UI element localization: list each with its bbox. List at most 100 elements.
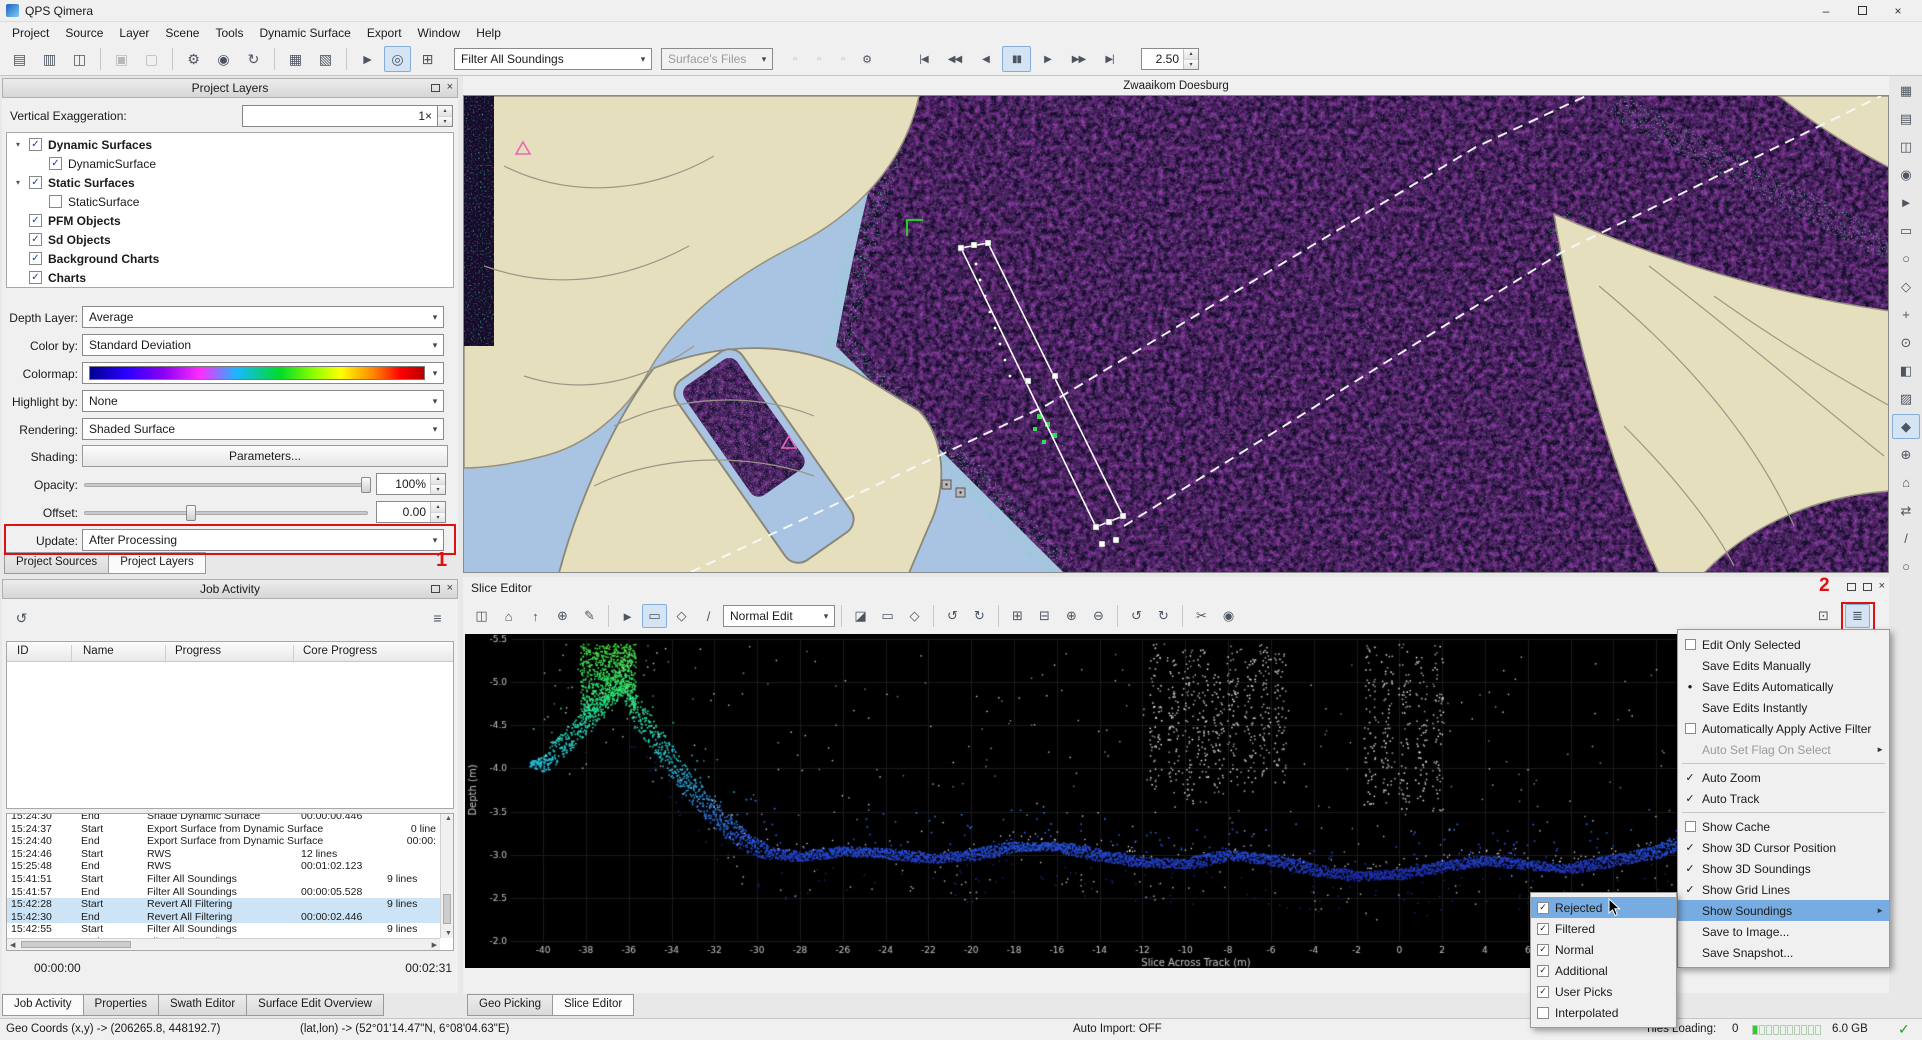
colormap-select[interactable]: ▾ (82, 362, 444, 384)
reject-polygon-button[interactable]: ◇ (902, 604, 927, 628)
area-select-tool-button[interactable]: ⊞ (414, 46, 441, 72)
layer-tree-item-static-surfaces[interactable]: ▾✓Static Surfaces (7, 173, 453, 192)
map-view[interactable] (463, 95, 1889, 573)
shade-button[interactable]: ▨ (1892, 386, 1920, 411)
zoom-out-button[interactable]: ⊖ (1086, 604, 1111, 628)
snapshot-button[interactable]: ◉ (1216, 604, 1241, 628)
rotate-cw-button[interactable]: ↻ (1151, 604, 1176, 628)
layer-tree-item-charts[interactable]: ✓Charts (7, 268, 453, 287)
log-horizontal-scrollbar[interactable]: ◀▶ (7, 938, 440, 950)
maximize-button[interactable] (1844, 1, 1880, 21)
zoom-in-selection-button[interactable]: ⊞ (1005, 604, 1030, 628)
close-panel-icon[interactable]: × (1879, 581, 1885, 592)
offset-slider-spinbox[interactable]: 0.00▴▾ (376, 501, 446, 523)
menu-tools[interactable]: Tools (207, 24, 251, 42)
checkbox[interactable]: ✓ (29, 214, 42, 227)
tab-project-sources[interactable]: Project Sources (4, 552, 109, 574)
rectangle-select-button[interactable]: ▭ (642, 604, 667, 628)
job-log[interactable]: 15:24:30EndShade Dynamic Surface00:00:00… (6, 813, 454, 951)
menu-item-save-snapshot[interactable]: Save Snapshot... (1678, 942, 1889, 963)
pan-up-button[interactable]: ↑ (523, 604, 548, 628)
checkbox[interactable]: ✓ (29, 252, 42, 265)
menu-export[interactable]: Export (359, 24, 410, 42)
color-by-select[interactable]: Standard Deviation▾ (82, 334, 444, 356)
dock-panel-icon[interactable] (1863, 583, 1872, 591)
polygon-select-button[interactable]: ◇ (669, 604, 694, 628)
log-vertical-scrollbar[interactable]: ▲▼ (440, 814, 453, 938)
edit-mode-combo[interactable]: Normal Edit▾ (723, 605, 835, 627)
pointer-tool-button[interactable]: ► (354, 46, 381, 72)
split-view-button[interactable]: ◧ (1892, 358, 1920, 383)
zoom-extent-button[interactable]: ⊕ (1892, 442, 1920, 467)
slice-tool-button[interactable]: ◆ (1892, 414, 1920, 439)
menu-project[interactable]: Project (4, 24, 57, 42)
log-row[interactable]: 15:42:28StartRevert All Filtering9 lines (7, 898, 440, 911)
tab-slice-editor[interactable]: Slice Editor (552, 994, 634, 1016)
menu-item-save-edits-automatically[interactable]: ●Save Edits Automatically (1678, 676, 1889, 697)
job-menu-icon[interactable]: ≡ (424, 605, 451, 631)
target-button[interactable]: ⊙ (1892, 330, 1920, 355)
pause-button[interactable]: ▮▮ (1002, 46, 1031, 72)
depth-layer-select[interactable]: Average▾ (82, 306, 444, 328)
spinner-arrows[interactable]: ▴▾ (1183, 49, 1198, 69)
opacity-slider-thumb[interactable] (361, 477, 371, 493)
edit-tool-button[interactable]: ✎ (577, 604, 602, 628)
fast-forward-button[interactable]: ▶▶ (1064, 46, 1093, 72)
update-select[interactable]: After Processing▾ (82, 529, 444, 551)
submenu-item-rejected[interactable]: ✓Rejected (1531, 897, 1676, 918)
job-table-header[interactable]: ID Name Progress Core Progress (7, 642, 453, 662)
checkbox[interactable] (49, 195, 62, 208)
menu-item-automatically-apply-active-filter[interactable]: Automatically Apply Active Filter (1678, 718, 1889, 739)
menu-item-save-edits-instantly[interactable]: Save Edits Instantly (1678, 697, 1889, 718)
auto-processing-button[interactable]: ◉ (210, 46, 237, 72)
camera-button[interactable]: ◉ (1892, 162, 1920, 187)
new-project-button[interactable]: ▤ (6, 46, 33, 72)
reprocess-button[interactable]: ↻ (240, 46, 267, 72)
surface-view-button[interactable]: ▧ (312, 46, 339, 72)
processing-gear-button[interactable]: ⚙ (856, 48, 878, 70)
globe-button[interactable]: ○ (1892, 554, 1920, 579)
submenu-item-normal[interactable]: ✓Normal (1531, 939, 1676, 960)
menu-item-save-to-image[interactable]: Save to Image... (1678, 921, 1889, 942)
layer-tree-item-pfm-objects[interactable]: ✓PFM Objects (7, 211, 453, 230)
home-view-button[interactable]: ⌂ (1892, 470, 1920, 495)
select-polygon-button[interactable]: ◇ (1892, 274, 1920, 299)
menu-item-show-3d-soundings[interactable]: ✓Show 3D Soundings (1678, 858, 1889, 879)
filter-config-button-1[interactable]: ▫ (784, 48, 806, 70)
menu-item-auto-set-flag-on-select[interactable]: Auto Set Flag On Select► (1678, 739, 1889, 760)
checkbox[interactable]: ✓ (29, 233, 42, 246)
skip-to-start-button[interactable]: |◀ (909, 46, 938, 72)
reject-tool-button[interactable]: ◪ (848, 604, 873, 628)
paste-button[interactable]: ▢ (138, 46, 165, 72)
swap-views-button[interactable]: ⇄ (1892, 498, 1920, 523)
vertical-exaggeration-input[interactable]: 1× (242, 105, 438, 127)
checkbox[interactable]: ✓ (29, 138, 42, 151)
close-panel-icon[interactable]: × (447, 82, 453, 93)
menu-window[interactable]: Window (410, 24, 469, 42)
processing-settings-button[interactable]: ⚙ (180, 46, 207, 72)
add-marker-button[interactable]: + (1892, 302, 1920, 327)
pointer-select-button[interactable]: ► (615, 604, 640, 628)
tab-swath-editor[interactable]: Swath Editor (158, 994, 247, 1016)
select-soundings-tool-button[interactable]: ◎ (384, 46, 411, 72)
shading-parameters-button[interactable]: Parameters... (82, 445, 448, 467)
rewind-button[interactable]: ◀◀ (940, 46, 969, 72)
close-panel-icon[interactable]: × (447, 583, 453, 594)
cut-tool-button[interactable]: ✂ (1189, 604, 1214, 628)
table-view-button[interactable]: ▦ (1892, 78, 1920, 103)
open-project-button[interactable]: ▥ (36, 46, 63, 72)
tab-geo-picking[interactable]: Geo Picking (467, 994, 553, 1016)
menu-item-auto-track[interactable]: ✓Auto Track (1678, 788, 1889, 809)
menu-item-show-3d-cursor-position[interactable]: ✓Show 3D Cursor Position (1678, 837, 1889, 858)
offset-slider-thumb[interactable] (186, 505, 196, 521)
float-panel-icon[interactable] (1847, 583, 1856, 591)
checkbox[interactable]: ✓ (29, 271, 42, 284)
zoom-out-selection-button[interactable]: ⊟ (1032, 604, 1057, 628)
submenu-item-interpolated[interactable]: Interpolated (1531, 1002, 1676, 1023)
play-button[interactable]: ▶ (1033, 46, 1062, 72)
menu-item-auto-zoom[interactable]: ✓Auto Zoom (1678, 767, 1889, 788)
close-button[interactable]: × (1880, 1, 1916, 21)
float-panel-icon[interactable] (431, 84, 440, 92)
filter-all-soundings-combo[interactable]: Filter All Soundings▾ (454, 48, 652, 70)
filter-config-button-2[interactable]: ▫ (808, 48, 830, 70)
